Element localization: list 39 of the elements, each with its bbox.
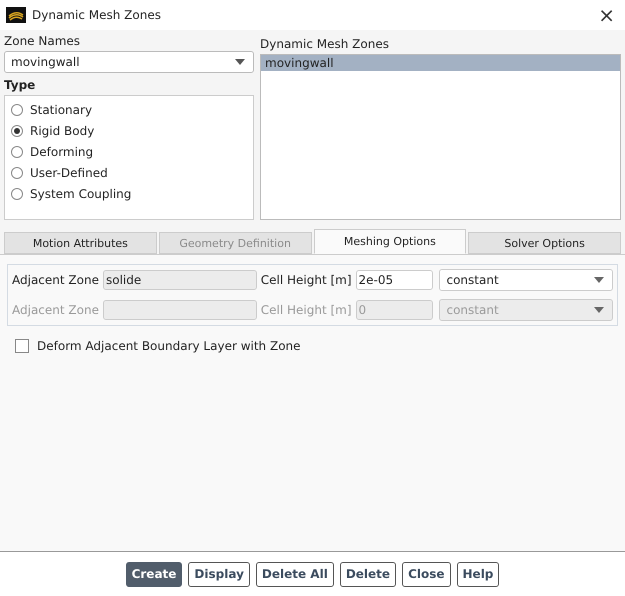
app-logo-icon xyxy=(6,7,26,23)
window-title: Dynamic Mesh Zones xyxy=(32,8,161,22)
dialog-button[interactable]: Delete xyxy=(340,562,396,586)
radio-label: Rigid Body xyxy=(30,124,94,138)
adjacent-zone-label: Adjacent Zone xyxy=(12,273,99,287)
close-button[interactable]: × xyxy=(594,3,619,27)
dialog-button[interactable]: Create xyxy=(126,562,182,586)
radio-button[interactable] xyxy=(11,188,23,200)
list-item[interactable]: movingwall xyxy=(261,55,620,71)
radio-button[interactable] xyxy=(11,124,23,136)
checkbox[interactable] xyxy=(15,339,29,353)
dialog-button[interactable]: Help xyxy=(456,562,500,586)
radio-button[interactable] xyxy=(11,146,23,158)
caret-icon xyxy=(594,277,604,283)
caret-icon xyxy=(235,59,245,65)
dialog-button[interactable]: Display xyxy=(188,562,250,586)
radio-label: User-Defined xyxy=(30,166,108,180)
cell-height-field[interactable]: 2e-05 xyxy=(356,270,434,290)
tab[interactable]: Solver Options xyxy=(468,232,621,254)
cell-height-label: Cell Height [m] xyxy=(260,273,352,287)
radio-label: Stationary xyxy=(30,102,92,116)
type-label: Type xyxy=(4,78,36,92)
radio-button[interactable] xyxy=(11,104,23,116)
caret-icon xyxy=(594,307,604,313)
method-dropdown[interactable]: constant xyxy=(439,269,613,291)
dynamic-mesh-zones-label: Dynamic Mesh Zones xyxy=(260,37,390,51)
adjacent-zone-label: Adjacent Zone xyxy=(12,303,99,317)
cell-height-label: Cell Height [m] xyxy=(260,303,352,317)
radio-button[interactable] xyxy=(11,166,23,178)
radio-label: System Coupling xyxy=(30,186,132,200)
zone-names-dropdown[interactable]: movingwall xyxy=(4,51,254,73)
radio-label: Deforming xyxy=(30,144,94,158)
tab[interactable]: Motion Attributes xyxy=(4,232,157,254)
zone-names-label: Zone Names xyxy=(4,34,82,48)
adjacent-zone-field[interactable]: solide xyxy=(102,270,257,290)
checkbox-label: Deform Adjacent Boundary Layer with Zone xyxy=(37,339,301,353)
dialog-button[interactable]: Delete All xyxy=(256,562,334,586)
dialog-button[interactable]: Close xyxy=(402,562,451,586)
tab[interactable]: Meshing Options xyxy=(314,229,466,254)
